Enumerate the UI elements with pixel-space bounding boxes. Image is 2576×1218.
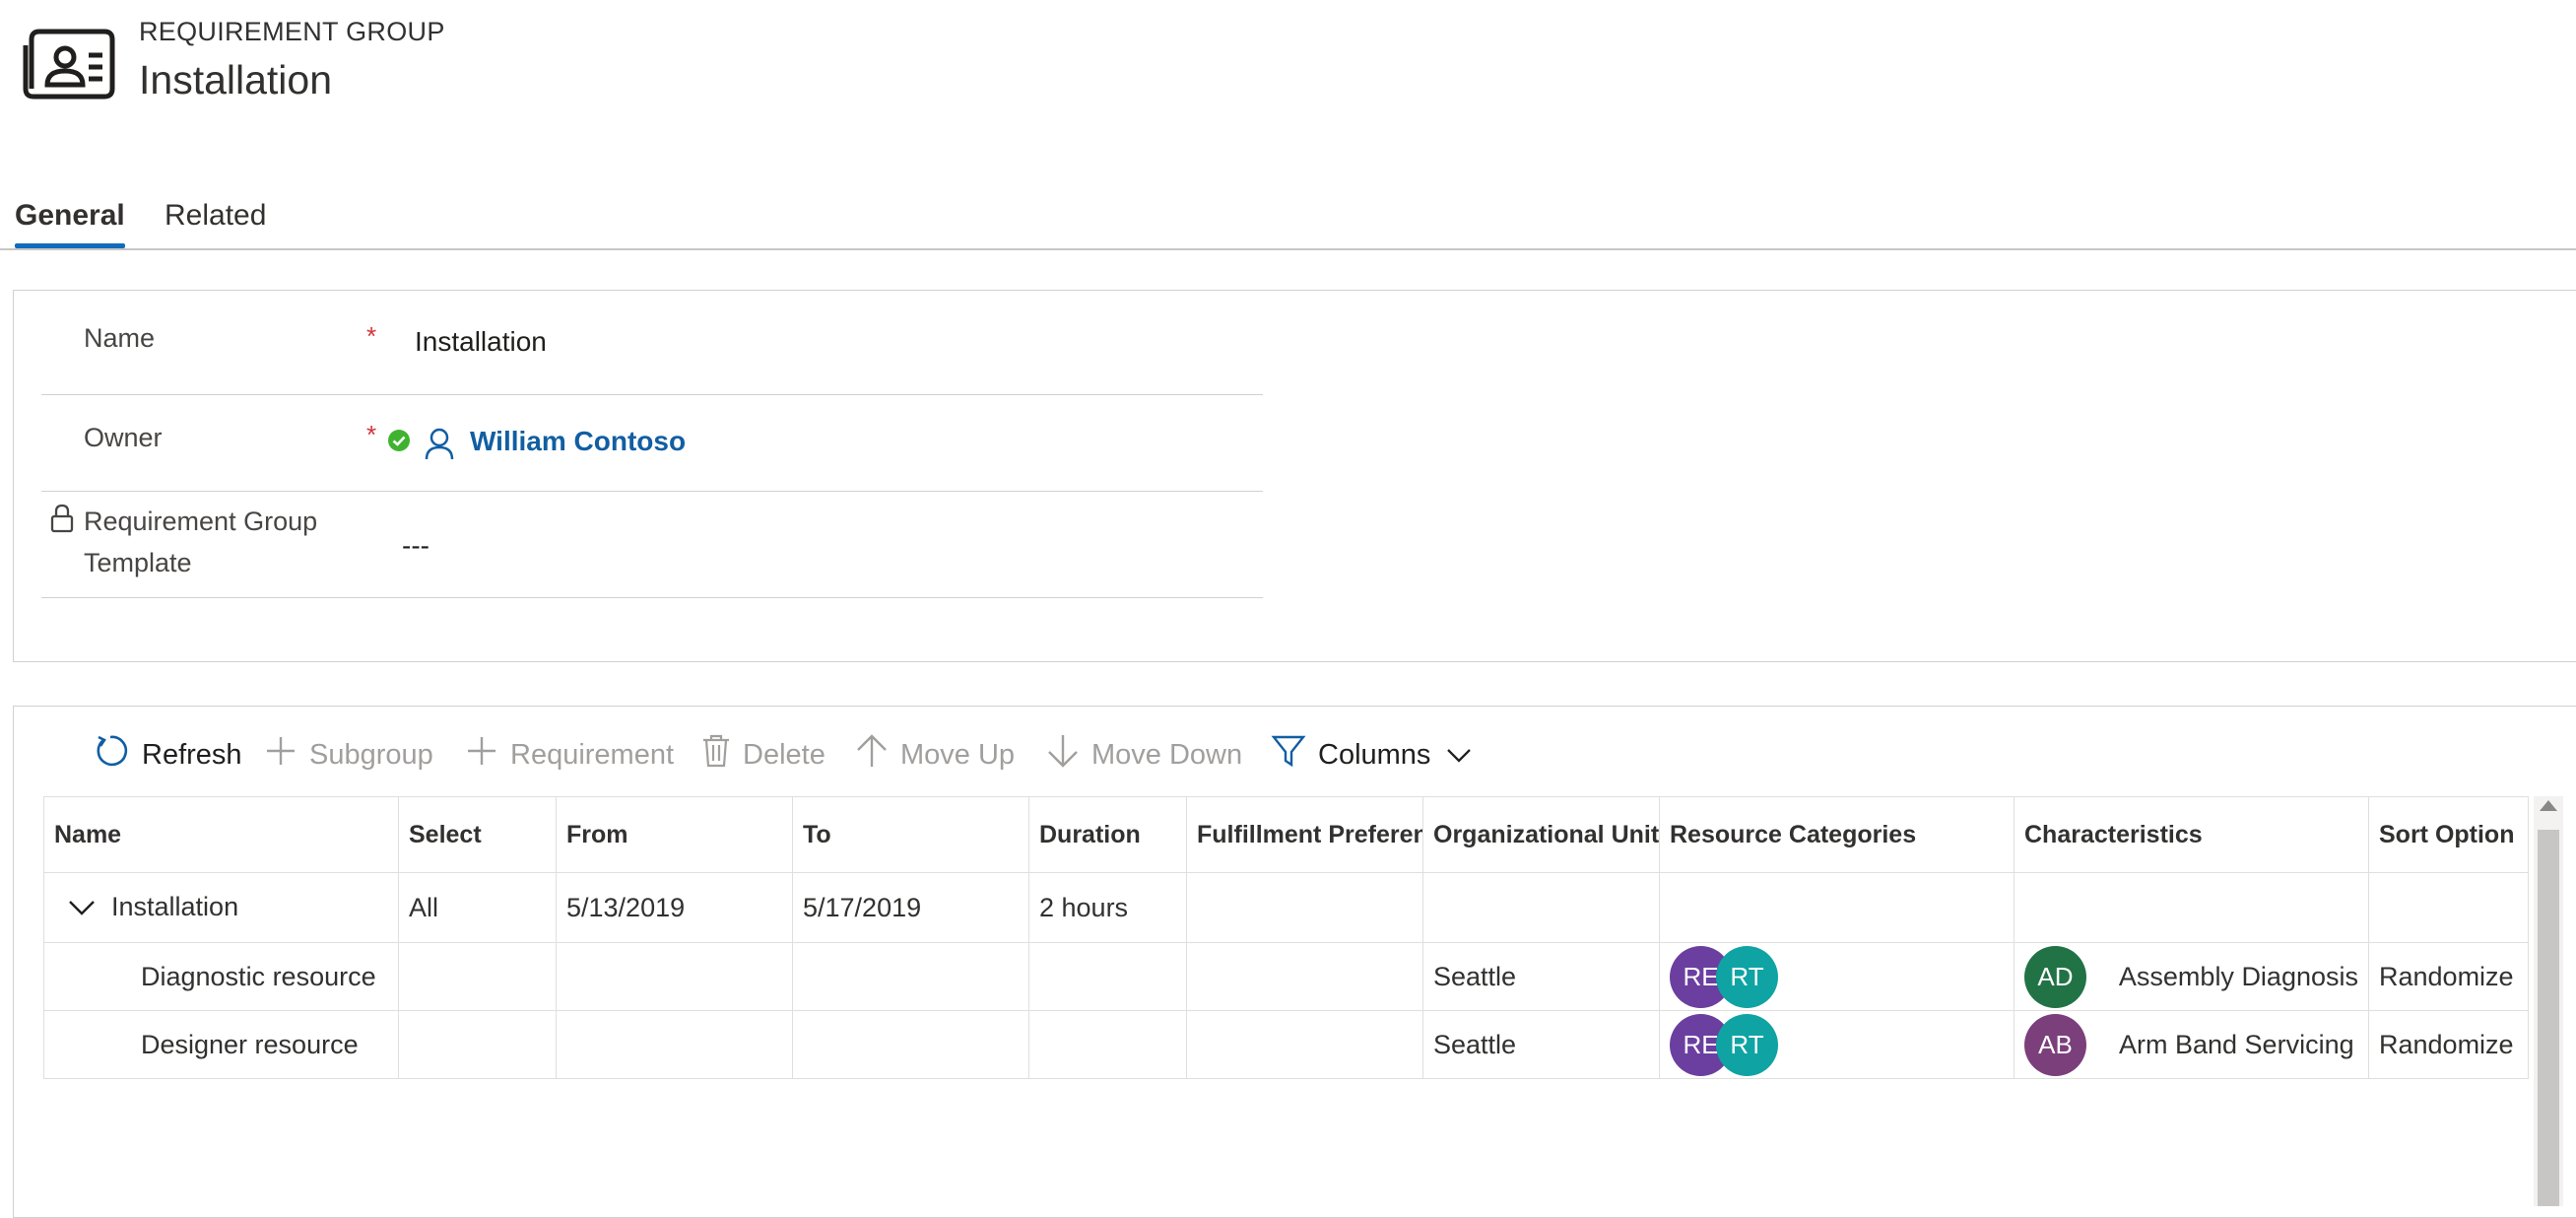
to-cell[interactable] xyxy=(792,1010,1029,1079)
from-cell[interactable] xyxy=(556,1010,793,1079)
name-field[interactable]: Installation xyxy=(415,326,547,358)
move-down-label: Move Down xyxy=(1091,738,1243,771)
to-cell[interactable]: 5/17/2019 xyxy=(792,872,1029,943)
delete-button[interactable]: Delete xyxy=(701,734,826,773)
avatar[interactable]: RT xyxy=(1716,945,1778,1008)
characteristics-cell[interactable] xyxy=(2014,872,2369,943)
general-form-section xyxy=(13,290,2576,662)
chevron-down-icon xyxy=(1446,739,1472,772)
refresh-icon xyxy=(95,733,130,777)
refresh-label: Refresh xyxy=(142,738,242,771)
avatar[interactable]: AD xyxy=(2024,945,2086,1008)
requirement-name-cell[interactable]: Diagnostic resource xyxy=(43,942,399,1011)
trash-icon xyxy=(701,733,731,777)
move-up-label: Move Up xyxy=(900,738,1016,771)
column-header-to[interactable]: To xyxy=(792,796,1029,873)
org-unit-cell[interactable]: Seattle xyxy=(1422,942,1660,1011)
subgroup-label: Subgroup xyxy=(309,738,433,771)
column-header-characteristics[interactable]: Characteristics xyxy=(2014,796,2369,873)
duration-cell[interactable]: 2 hours xyxy=(1028,872,1187,943)
grid-header-row: Name Select From To Duration Fulfillment… xyxy=(43,796,2529,873)
group-name-cell[interactable]: Installation xyxy=(43,872,399,943)
categories-cell[interactable] xyxy=(1659,872,2015,943)
entity-type-label: REQUIREMENT GROUP xyxy=(139,17,445,46)
requirement-name-cell[interactable]: Designer resource xyxy=(43,1010,399,1079)
sort-option-cell[interactable] xyxy=(2368,872,2529,943)
contact-card-icon xyxy=(18,28,116,102)
columns-button[interactable]: Columns xyxy=(1271,735,1472,773)
refresh-button[interactable]: Refresh xyxy=(95,735,242,773)
fulfillment-cell[interactable] xyxy=(1186,1010,1423,1079)
fulfillment-cell[interactable] xyxy=(1186,942,1423,1011)
duration-cell[interactable] xyxy=(1028,1010,1187,1079)
template-field-label: Requirement Group Template xyxy=(84,507,318,577)
table-row[interactable]: Designer resource Seattle RE RT AB Arm B… xyxy=(43,1010,2529,1079)
person-icon xyxy=(424,427,455,460)
scrollbar-thumb[interactable] xyxy=(2538,830,2559,1206)
delete-label: Delete xyxy=(743,738,826,771)
page-title: Installation xyxy=(139,57,333,102)
select-cell[interactable] xyxy=(398,1010,557,1079)
fulfillment-cell[interactable] xyxy=(1186,872,1423,943)
categories-cell[interactable]: RE RT xyxy=(1659,1010,2015,1079)
add-requirement-button[interactable]: Requirement xyxy=(465,737,674,773)
characteristics-cell[interactable]: AB Arm Band Servicing xyxy=(2014,1010,2369,1079)
arrow-down-icon xyxy=(1046,733,1080,777)
scroll-up-arrow-icon[interactable] xyxy=(2540,800,2557,811)
plus-icon xyxy=(264,734,297,776)
column-header-select[interactable]: Select xyxy=(398,796,557,873)
tab-general[interactable]: General xyxy=(15,199,125,233)
check-circle-icon xyxy=(387,429,411,452)
tabs-divider xyxy=(0,248,2576,250)
required-indicator: * xyxy=(366,420,377,449)
add-subgroup-button[interactable]: Subgroup xyxy=(264,737,433,773)
filter-icon xyxy=(1271,733,1306,777)
column-header-sort-option[interactable]: Sort Option xyxy=(2368,796,2529,873)
owner-lookup-link[interactable]: William Contoso xyxy=(470,426,686,457)
categories-cell[interactable]: RE RT xyxy=(1659,942,2015,1011)
column-header-from[interactable]: From xyxy=(556,796,793,873)
characteristic-name: Assembly Diagnosis xyxy=(2118,961,2358,991)
sort-option-cell[interactable]: Randomize xyxy=(2368,1010,2529,1079)
column-header-resource-categories[interactable]: Resource Categories xyxy=(1659,796,2015,873)
select-cell[interactable]: All xyxy=(398,872,557,943)
move-up-button[interactable]: Move Up xyxy=(855,734,1016,773)
required-indicator: * xyxy=(366,321,377,351)
name-field-label: Name xyxy=(84,323,156,353)
lock-icon xyxy=(49,503,75,534)
avatar[interactable]: AB xyxy=(2024,1013,2086,1076)
characteristic-name: Arm Band Servicing xyxy=(2119,1029,2354,1059)
field-divider xyxy=(41,597,1263,598)
field-divider xyxy=(41,491,1263,492)
template-field[interactable]: --- xyxy=(402,530,429,562)
from-cell[interactable] xyxy=(556,942,793,1011)
requirement-label: Requirement xyxy=(510,738,675,771)
table-row[interactable]: Diagnostic resource Seattle RE RT AD Ass… xyxy=(43,942,2529,1011)
org-unit-cell[interactable]: Seattle xyxy=(1422,1010,1660,1079)
org-unit-cell[interactable] xyxy=(1422,872,1660,943)
tab-related[interactable]: Related xyxy=(165,199,266,233)
from-cell[interactable]: 5/13/2019 xyxy=(556,872,793,943)
duration-cell[interactable] xyxy=(1028,942,1187,1011)
table-row-group[interactable]: Installation All 5/13/2019 5/17/2019 2 h… xyxy=(43,872,2529,943)
columns-label: Columns xyxy=(1318,738,1431,771)
owner-field-label: Owner xyxy=(84,423,163,452)
move-down-button[interactable]: Move Down xyxy=(1046,735,1243,773)
field-divider xyxy=(41,394,1263,395)
avatar[interactable]: RT xyxy=(1716,1013,1778,1076)
sort-option-cell[interactable]: Randomize xyxy=(2368,942,2529,1011)
characteristics-cell[interactable]: AD Assembly Diagnosis xyxy=(2014,942,2369,1011)
column-header-fulfillment-preference[interactable]: Fulfillment Preference xyxy=(1186,796,1423,873)
to-cell[interactable] xyxy=(792,942,1029,1011)
select-cell[interactable] xyxy=(398,942,557,1011)
column-header-organizational-unit[interactable]: Organizational Unit xyxy=(1422,796,1660,873)
plus-icon xyxy=(465,734,498,776)
requirements-grid: Name Select From To Duration Fulfillment… xyxy=(43,796,2529,1079)
column-header-name[interactable]: Name xyxy=(43,796,399,873)
column-header-duration[interactable]: Duration xyxy=(1028,796,1187,873)
chevron-down-icon[interactable] xyxy=(68,893,96,923)
arrow-up-icon xyxy=(855,733,889,777)
